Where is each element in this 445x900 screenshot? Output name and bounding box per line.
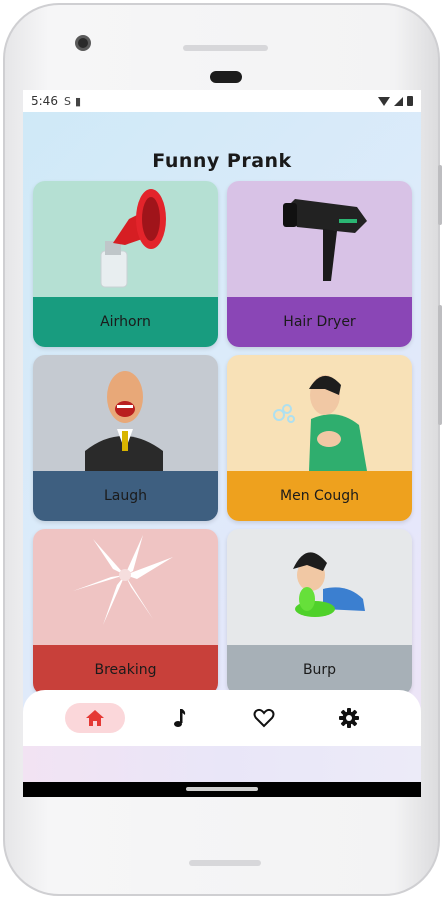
card-label: Men Cough xyxy=(227,471,412,521)
system-navigation-bar xyxy=(23,782,421,797)
breaking-image xyxy=(33,529,218,645)
front-camera xyxy=(75,35,91,51)
power-button xyxy=(438,165,442,225)
laugh-image xyxy=(33,355,218,471)
card-laugh[interactable]: Laugh xyxy=(33,355,218,521)
nav-home[interactable] xyxy=(65,703,126,733)
card-burp[interactable]: Burp xyxy=(227,529,412,695)
app-container: Funny Prank Airhorn Hair Dryer Laugh Men… xyxy=(23,112,421,797)
airhorn-image xyxy=(33,181,218,297)
sd-card-icon: ▮ xyxy=(74,94,81,108)
men-cough-image xyxy=(227,355,412,471)
nav-favorites[interactable] xyxy=(234,703,294,733)
top-speaker xyxy=(183,45,268,51)
bottom-navigation xyxy=(23,690,421,746)
status-time: 5:46 xyxy=(31,94,58,108)
sim-icon: S xyxy=(63,94,71,108)
home-icon xyxy=(86,710,105,726)
page-title: Funny Prank xyxy=(152,150,292,172)
settings-icon xyxy=(338,708,359,728)
card-label: Laugh xyxy=(33,471,218,521)
card-men-cough[interactable]: Men Cough xyxy=(227,355,412,521)
earpiece xyxy=(210,71,242,83)
battery-icon xyxy=(407,96,413,106)
card-label: Breaking xyxy=(33,645,218,695)
status-bar: 5:46 S ▮ xyxy=(23,90,421,112)
burp-image xyxy=(227,529,412,645)
card-breaking[interactable]: Breaking xyxy=(33,529,218,695)
heart-icon xyxy=(253,708,275,728)
volume-button xyxy=(438,305,442,425)
card-label: Burp xyxy=(227,645,412,695)
card-label: Airhorn xyxy=(33,297,218,347)
bottom-speaker xyxy=(189,860,261,866)
nav-music[interactable] xyxy=(150,703,210,733)
screen: 5:46 S ▮ Funny Prank Airhorn Hair Dryer … xyxy=(23,90,421,797)
card-hair-dryer[interactable]: Hair Dryer xyxy=(227,181,412,347)
nav-settings[interactable] xyxy=(319,703,379,733)
card-airhorn[interactable]: Airhorn xyxy=(33,181,218,347)
card-label: Hair Dryer xyxy=(227,297,412,347)
wifi-icon xyxy=(378,96,390,106)
hair-dryer-image xyxy=(227,181,412,297)
signal-icon xyxy=(394,96,403,106)
home-gesture-pill[interactable] xyxy=(186,787,258,791)
music-note-icon xyxy=(173,709,185,727)
